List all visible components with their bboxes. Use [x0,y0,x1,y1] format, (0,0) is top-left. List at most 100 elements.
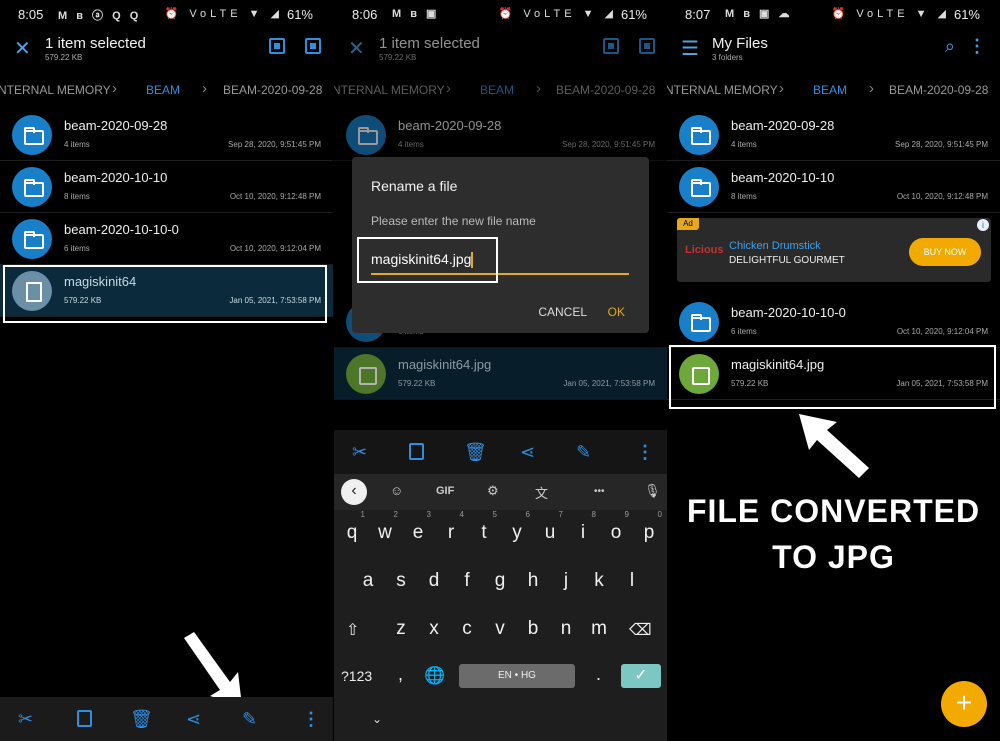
key-j[interactable]: j [551,570,581,592]
list-item[interactable]: beam-2020-09-28 4 items Sep 28, 2020, 9:… [0,109,333,161]
chevron-right-icon: › [202,80,207,97]
list-item-selected[interactable]: magiskinit64.jpg 579.22 KB Jan 05, 2021,… [334,348,667,400]
space-key[interactable]: EN • HG [459,664,575,688]
key-n[interactable]: n [551,618,581,640]
list-item[interactable]: beam-2020-10-10 8 items Oct 10, 2020, 9:… [0,161,333,213]
crumb-beam-2020-09-28[interactable]: BEAM-2020-09-28 [556,83,655,97]
key-a[interactable]: a [353,570,383,592]
ok-button[interactable]: OK [608,305,625,319]
key-i[interactable]: i8 [568,510,598,544]
key-p[interactable]: p0 [634,510,664,544]
crumb-beam-2020-09-28[interactable]: BEAM-2020-09-28 [223,83,322,97]
key-hint: 4 [459,510,464,519]
symbols-key[interactable]: ?123 [341,668,372,684]
period-key[interactable]: . [596,664,601,685]
buy-now-button[interactable]: BUY NOW [909,238,981,266]
enter-key[interactable]: ✓ [621,664,661,688]
crumb-beam[interactable]: BEAM [813,83,847,97]
select-all-icon[interactable] [269,38,285,54]
settings-icon[interactable]: ⚙ [487,483,499,499]
status-bar: 8:06 M ʙ ▣ ⏰ VoLTE ▼ ◢ 61% [334,0,667,28]
key-k[interactable]: k [584,570,614,592]
key-y[interactable]: y6 [502,510,532,544]
key-q[interactable]: q1 [337,510,367,544]
delete-icon[interactable]: 🗑 [464,442,487,463]
item-meta: 8 items [64,192,90,201]
key-g[interactable]: g [485,570,515,592]
share-icon[interactable]: ⋖ [186,709,201,730]
list-item[interactable]: beam-2020-10-10-0 6 items Oct 10, 2020, … [0,213,333,265]
cut-icon[interactable]: ✂ [352,442,367,463]
key-c[interactable]: c [452,618,482,640]
list-item[interactable]: beam-2020-10-10 8 items Oct 10, 2020, 9:… [667,161,1000,213]
key-r[interactable]: r4 [436,510,466,544]
list-item[interactable]: beam-2020-10-10-0 6 items Oct 10, 2020, … [667,296,1000,348]
backspace-icon[interactable]: ⌫ [629,620,652,640]
globe-icon[interactable]: 🌐 [424,666,445,686]
select-range-icon[interactable] [305,38,321,54]
key-z[interactable]: z [386,618,416,640]
shift-icon[interactable]: ⇧ [346,620,359,640]
menu-icon[interactable]: ☰ [681,36,699,61]
search-icon[interactable]: ⌕ [945,36,955,57]
delete-icon[interactable]: 🗑 [130,709,153,730]
crumb-internal-memory[interactable]: NTERNAL MEMORY [334,83,445,97]
more-options-icon[interactable]: ••• [594,486,605,497]
copy-icon[interactable] [409,443,424,460]
back-arrow-icon[interactable]: ‹ [341,479,367,505]
cut-icon[interactable]: ✂ [18,709,33,730]
more-icon[interactable]: ⋮ [636,442,654,463]
key-h[interactable]: h [518,570,548,592]
gif-button[interactable]: GIF [436,485,454,497]
list-item[interactable]: beam-2020-09-28 4 items Sep 28, 2020, 9:… [334,109,667,161]
key-t[interactable]: t5 [469,510,499,544]
microphone-icon[interactable]: 🎙 [644,483,661,499]
crumb-internal-memory[interactable]: NTERNAL MEMORY [0,83,111,97]
key-u[interactable]: u7 [535,510,565,544]
key-label: d [428,570,440,591]
key-d[interactable]: d [419,570,449,592]
more-icon[interactable]: ⋮ [302,709,320,730]
crumb-internal-memory[interactable]: NTERNAL MEMORY [667,83,778,97]
key-f[interactable]: f [452,570,482,592]
rename-icon[interactable]: ✎ [576,442,591,463]
select-all-icon[interactable] [603,38,619,54]
close-icon[interactable]: ✕ [348,36,365,61]
close-icon[interactable]: ✕ [14,36,31,61]
crumb-beam-2020-09-28[interactable]: BEAM-2020-09-28 [889,83,988,97]
crumb-beam[interactable]: BEAM [146,83,180,97]
key-e[interactable]: e3 [403,510,433,544]
key-x[interactable]: x [419,618,449,640]
rename-icon[interactable]: ✎ [242,709,257,730]
sticker-icon[interactable]: ☺ [390,483,403,498]
keyboard-toolbar: ‹ ☺ GIF ⚙ 文 ••• 🎙 [334,474,667,510]
key-o[interactable]: o9 [601,510,631,544]
item-name: beam-2020-10-10 [64,170,168,185]
add-button[interactable]: + [941,681,987,727]
key-b[interactable]: b [518,618,548,640]
more-icon[interactable]: ⋮ [968,36,986,57]
item-name: beam-2020-10-10-0 [64,222,179,237]
copy-icon[interactable] [77,710,92,727]
translate-icon[interactable]: 文 [535,483,548,502]
cancel-button[interactable]: CANCEL [538,305,587,319]
chevron-down-icon[interactable]: ⌄ [372,712,382,726]
crumb-beam[interactable]: BEAM [480,83,514,97]
info-icon[interactable]: i [977,219,989,231]
battery-level: 61% [620,7,647,22]
key-hint: 0 [657,510,662,519]
dialog-message: Please enter the new file name [371,214,536,228]
key-v[interactable]: v [485,618,515,640]
select-range-icon[interactable] [639,38,655,54]
ad-banner[interactable]: Ad i Licious Chicken Drumstick DELIGHTFU… [677,218,991,282]
key-m[interactable]: m [584,618,614,640]
key-w[interactable]: w2 [370,510,400,544]
highlight-box [669,345,996,409]
key-l[interactable]: l [617,570,647,592]
key-s[interactable]: s [386,570,416,592]
image-file-icon [346,354,386,394]
comma-key[interactable]: , [398,664,403,685]
share-icon[interactable]: ⋖ [520,442,535,463]
ad-headline[interactable]: Chicken Drumstick [729,240,821,252]
list-item[interactable]: beam-2020-09-28 4 items Sep 28, 2020, 9:… [667,109,1000,161]
